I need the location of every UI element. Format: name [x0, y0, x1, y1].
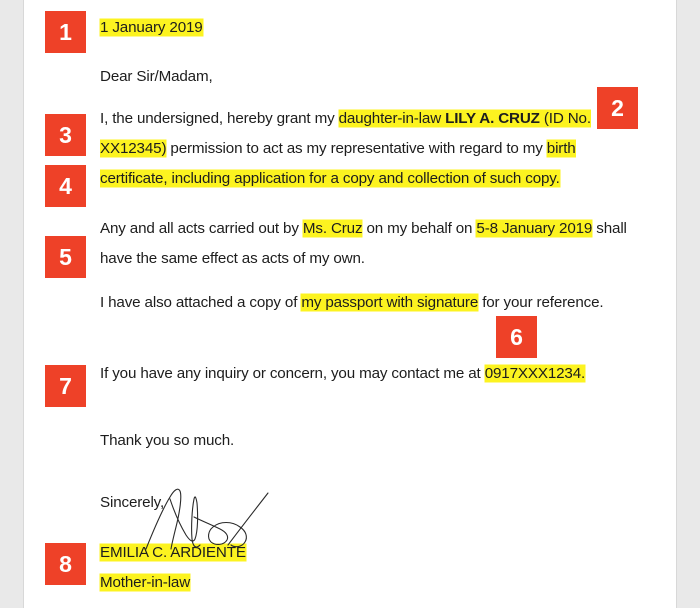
representative-short-name: Ms. Cruz — [302, 220, 363, 237]
letter-date-line: 1 January 2019 — [100, 13, 640, 43]
signer-name-line: EMILIA C. ARDIENTE — [100, 538, 640, 568]
annotation-badge-7[interactable]: 7 — [45, 365, 86, 407]
annotation-badge-3[interactable]: 3 — [45, 114, 86, 156]
signature-block: EMILIA C. ARDIENTE Mother-in-law — [100, 538, 640, 598]
grant-paragraph: I, the undersigned, hereby grant my daug… — [100, 104, 640, 193]
relation-label: daughter-in-law — [338, 110, 446, 127]
signer-name: EMILIA C. ARDIENTE — [100, 544, 246, 561]
attachment-tail-text: for your reference. — [478, 294, 604, 311]
attachment-paragraph: I have also attached a copy of my passpo… — [100, 288, 640, 318]
acts-lead-text: Any and all acts carried out by — [100, 220, 303, 237]
annotation-badge-5[interactable]: 5 — [45, 236, 86, 278]
grant-middle-text: permission to act as my representative w… — [166, 139, 547, 157]
annotation-badge-2[interactable]: 2 — [597, 87, 638, 129]
grant-lead-text: I, the undersigned, hereby grant my — [100, 110, 339, 127]
signer-title-line: Mother-in-law — [100, 568, 640, 598]
annotation-badge-8[interactable]: 8 — [45, 543, 86, 585]
closing-line: Sincerely, — [100, 494, 165, 511]
annotation-badge-6[interactable]: 6 — [496, 316, 537, 358]
annotation-badge-4[interactable]: 4 — [45, 165, 86, 207]
signer-title: Mother-in-law — [100, 573, 191, 591]
letter-salutation: Dear Sir/Madam, — [100, 68, 213, 85]
attachment-item: my passport with signature — [301, 294, 479, 311]
contact-lead-text: If you have any inquiry or concern, you … — [100, 365, 485, 382]
contact-number: 0917XXX1234. — [484, 365, 586, 382]
letter-page: 1 January 2019 Dear Sir/Madam, I, the un… — [23, 0, 677, 608]
contact-paragraph: If you have any inquiry or concern, you … — [100, 359, 640, 389]
validity-dates: 5-8 January 2019 — [476, 220, 593, 237]
attachment-lead-text: I have also attached a copy of — [100, 294, 302, 311]
annotation-badge-1[interactable]: 1 — [45, 11, 86, 53]
acts-middle-text: on my behalf on — [362, 220, 477, 237]
letter-date: 1 January 2019 — [100, 19, 203, 36]
representative-name: LILY A. CRUZ — [445, 110, 540, 127]
acts-paragraph: Any and all acts carried out by Ms. Cruz… — [100, 214, 640, 274]
thanks-line: Thank you so much. — [100, 432, 235, 449]
